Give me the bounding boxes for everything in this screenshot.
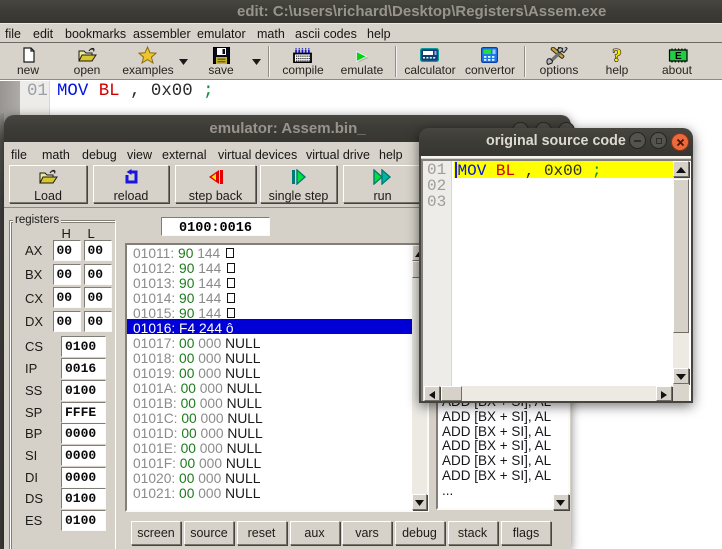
svg-text:E: E [675,51,682,62]
